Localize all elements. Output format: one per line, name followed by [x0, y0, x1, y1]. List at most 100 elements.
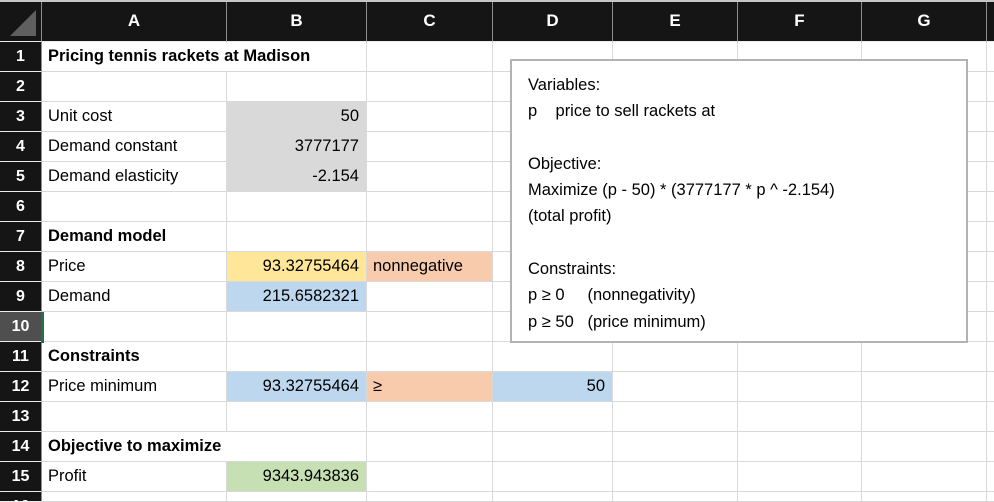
row-header-5[interactable]: 5	[0, 162, 42, 192]
cell-b3[interactable]: 50	[227, 102, 367, 132]
empty-cell[interactable]	[987, 282, 994, 312]
cell-c8[interactable]: nonnegative	[367, 252, 493, 282]
empty-cell[interactable]	[613, 402, 738, 432]
empty-cell[interactable]	[227, 342, 367, 372]
empty-cell[interactable]	[987, 432, 994, 462]
row-header-14[interactable]: 14	[0, 432, 42, 462]
empty-cell[interactable]	[987, 372, 994, 402]
empty-cell[interactable]	[613, 342, 738, 372]
empty-cell[interactable]	[862, 402, 987, 432]
row-header-16[interactable]: 16	[0, 492, 42, 502]
row-header-3[interactable]: 3	[0, 102, 42, 132]
row-header-1[interactable]: 1	[0, 42, 42, 72]
empty-cell[interactable]	[367, 312, 493, 342]
empty-cell[interactable]	[227, 192, 367, 222]
empty-cell[interactable]	[493, 462, 613, 492]
empty-cell[interactable]	[613, 462, 738, 492]
empty-cell[interactable]	[367, 282, 493, 312]
empty-cell[interactable]	[367, 342, 493, 372]
empty-cell[interactable]	[493, 402, 613, 432]
cell-a4[interactable]: Demand constant	[42, 132, 227, 162]
row-header-11[interactable]: 11	[0, 342, 42, 372]
empty-cell[interactable]	[227, 72, 367, 102]
row-header-15[interactable]: 15	[0, 462, 42, 492]
row-header-13[interactable]: 13	[0, 402, 42, 432]
cell-a14[interactable]: Objective to maximize	[42, 432, 367, 462]
cell-b12[interactable]: 93.32755464	[227, 372, 367, 402]
empty-cell[interactable]	[493, 492, 613, 502]
empty-cell[interactable]	[367, 162, 493, 192]
col-header-g[interactable]: G	[862, 0, 987, 42]
col-header-f[interactable]: F	[738, 0, 862, 42]
empty-cell[interactable]	[613, 372, 738, 402]
empty-cell[interactable]	[367, 402, 493, 432]
empty-cell[interactable]	[987, 462, 994, 492]
cell-d12[interactable]: 50	[493, 372, 613, 402]
empty-cell[interactable]	[738, 492, 862, 502]
empty-cell[interactable]	[987, 72, 994, 102]
empty-cell[interactable]	[42, 72, 227, 102]
empty-cell[interactable]	[987, 402, 994, 432]
select-all-corner[interactable]	[0, 0, 42, 42]
cell-a1[interactable]: Pricing tennis rackets at Madison	[42, 42, 367, 72]
row-header-12[interactable]: 12	[0, 372, 42, 402]
col-header-b[interactable]: B	[227, 0, 367, 42]
empty-cell[interactable]	[987, 252, 994, 282]
empty-cell[interactable]	[613, 492, 738, 502]
empty-cell[interactable]	[862, 492, 987, 502]
empty-cell[interactable]	[738, 372, 862, 402]
empty-cell[interactable]	[862, 432, 987, 462]
empty-cell[interactable]	[862, 342, 987, 372]
cell-a8[interactable]: Price	[42, 252, 227, 282]
row-header-4[interactable]: 4	[0, 132, 42, 162]
cell-a15[interactable]: Profit	[42, 462, 227, 492]
row-header-8[interactable]: 8	[0, 252, 42, 282]
empty-cell[interactable]	[738, 462, 862, 492]
empty-cell[interactable]	[493, 432, 613, 462]
col-header-e[interactable]: E	[613, 0, 738, 42]
empty-cell[interactable]	[42, 402, 227, 432]
empty-cell[interactable]	[367, 42, 493, 72]
empty-cell[interactable]	[987, 342, 994, 372]
empty-cell[interactable]	[227, 402, 367, 432]
active-cell-a10[interactable]	[42, 312, 227, 342]
cell-b8[interactable]: 93.32755464	[227, 252, 367, 282]
row-header-2[interactable]: 2	[0, 72, 42, 102]
empty-cell[interactable]	[367, 462, 493, 492]
cell-b5[interactable]: -2.154	[227, 162, 367, 192]
model-description-textbox[interactable]: Variables: p price to sell rackets at Ob…	[510, 59, 968, 343]
empty-cell[interactable]	[987, 132, 994, 162]
empty-cell[interactable]	[367, 132, 493, 162]
empty-cell[interactable]	[987, 42, 994, 72]
row-header-7[interactable]: 7	[0, 222, 42, 252]
empty-cell[interactable]	[227, 312, 367, 342]
col-header-a[interactable]: A	[42, 0, 227, 42]
empty-cell[interactable]	[987, 312, 994, 342]
empty-cell[interactable]	[987, 192, 994, 222]
cell-a11[interactable]: Constraints	[42, 342, 227, 372]
empty-cell[interactable]	[738, 402, 862, 432]
empty-cell[interactable]	[987, 102, 994, 132]
empty-cell[interactable]	[367, 432, 493, 462]
cell-a9[interactable]: Demand	[42, 282, 227, 312]
empty-cell[interactable]	[613, 432, 738, 462]
cell-b4[interactable]: 3777177	[227, 132, 367, 162]
cell-a12[interactable]: Price minimum	[42, 372, 227, 402]
empty-cell[interactable]	[738, 342, 862, 372]
empty-cell[interactable]	[367, 72, 493, 102]
empty-cell[interactable]	[738, 432, 862, 462]
empty-cell[interactable]	[42, 492, 227, 502]
empty-cell[interactable]	[987, 162, 994, 192]
cell-c12[interactable]: ≥	[367, 372, 493, 402]
col-header-d[interactable]: D	[493, 0, 613, 42]
cell-a3[interactable]: Unit cost	[42, 102, 227, 132]
empty-cell[interactable]	[227, 492, 367, 502]
cell-b9[interactable]: 215.6582321	[227, 282, 367, 312]
col-header-c[interactable]: C	[367, 0, 493, 42]
empty-cell[interactable]	[987, 222, 994, 252]
row-header-6[interactable]: 6	[0, 192, 42, 222]
empty-cell[interactable]	[367, 102, 493, 132]
empty-cell[interactable]	[227, 222, 367, 252]
empty-cell[interactable]	[367, 492, 493, 502]
empty-cell[interactable]	[367, 192, 493, 222]
